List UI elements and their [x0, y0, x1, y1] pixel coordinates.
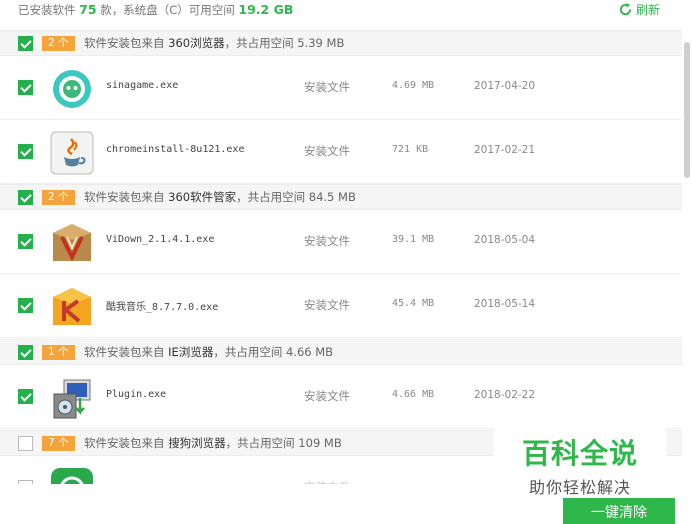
- group-count-badge: 2 个: [42, 190, 75, 205]
- file-size: 721 KB: [392, 144, 429, 155]
- refresh-label: 刷新: [636, 2, 661, 17]
- installed-prefix: 已安装软件: [18, 3, 76, 17]
- file-type: 安装文件: [304, 234, 350, 248]
- list-item: 酷我音乐_8.7.7.0.exe 安装文件 45.4 MB 2018-05-14: [0, 274, 682, 338]
- file-name: chromeinstall-8u121.exe: [106, 144, 245, 155]
- group-description: 软件安装包来自 360软件管家，共占用空间 84.5 MB: [84, 190, 356, 204]
- group-header-360-software-manager: 2 个 软件安装包来自 360软件管家，共占用空间 84.5 MB: [0, 184, 682, 210]
- green-app-icon: [51, 468, 93, 484]
- list-item: sinagame.exe 安装文件 4.69 MB 2017-04-20: [0, 56, 682, 120]
- disk-summary: 已安装软件 75 款，系统盘（C）可用空间 19.2 GB: [18, 2, 293, 18]
- watermark-title: 百科全说: [521, 437, 638, 470]
- top-summary-bar: 已安装软件 75 款，系统盘（C）可用空间 19.2 GB 刷新: [0, 0, 692, 22]
- file-name: sinagame.exe: [106, 80, 179, 91]
- item-checkbox[interactable]: [18, 234, 33, 249]
- list-item: chromeinstall-8u121.exe 安装文件 721 KB 2017…: [0, 120, 682, 184]
- group-description: 软件安装包来自 搜狗浏览器，共占用空间 109 MB: [84, 436, 342, 450]
- file-size: 39.1 MB: [392, 234, 435, 245]
- kuwo-music-icon: [53, 288, 91, 325]
- one-click-clean-button[interactable]: 一键清除: [563, 498, 675, 524]
- group-checkbox[interactable]: [18, 190, 33, 205]
- group-description: 软件安装包来自 IE浏览器，共占用空间 4.66 MB: [84, 345, 334, 359]
- file-type: 安装文件: [304, 298, 350, 312]
- file-size: 45.4 MB: [392, 298, 435, 309]
- file-type: 安装文件: [304, 144, 350, 158]
- installed-count: 75: [79, 2, 97, 17]
- group-count-badge: 1 个: [42, 345, 75, 360]
- free-space: 19.2 GB: [238, 2, 294, 17]
- file-size: 4.69 MB: [392, 80, 435, 91]
- file-date: 2018-05-14: [474, 298, 536, 310]
- sinagame-icon: [53, 70, 91, 108]
- group-checkbox[interactable]: [18, 345, 33, 360]
- list-item: ViDown_2.1.4.1.exe 安装文件 39.1 MB 2018-05-…: [0, 210, 682, 274]
- group-header-ie-browser: 1 个 软件安装包来自 IE浏览器，共占用空间 4.66 MB: [0, 339, 682, 365]
- file-type: 安装文件: [304, 80, 350, 94]
- list-item: Plugin.exe 安装文件 4.66 MB 2018-02-22: [0, 365, 682, 429]
- installed-suffix: 款，系统盘（C）可用空间: [100, 3, 235, 17]
- file-type: 安装文件: [304, 479, 350, 484]
- group-description: 软件安装包来自 360浏览器，共占用空间 5.39 MB: [84, 36, 345, 50]
- plugin-installer-icon: [53, 379, 91, 419]
- file-name: Plugin.exe: [106, 389, 167, 400]
- installer-list: 2 个 软件安装包来自 360浏览器，共占用空间 5.39 MB sinagam…: [0, 22, 682, 484]
- file-date: 2017-04-20: [474, 80, 536, 92]
- file-date: 2017-02-21: [474, 144, 536, 156]
- refresh-button[interactable]: 刷新: [618, 0, 660, 18]
- vertical-scrollbar[interactable]: [682, 22, 692, 484]
- file-name: ViDown_2.1.4.1.exe: [106, 234, 215, 245]
- watermark-logo: 百科全说 助你轻松解决: [494, 428, 666, 498]
- item-checkbox[interactable]: [18, 144, 33, 159]
- item-checkbox[interactable]: [18, 298, 33, 313]
- group-checkbox[interactable]: [18, 36, 33, 51]
- group-count-badge: 2 个: [42, 36, 75, 51]
- watermark-subtitle: 助你轻松解决: [528, 478, 631, 497]
- java-icon: [50, 131, 94, 175]
- item-checkbox[interactable]: [18, 80, 33, 95]
- file-date: 2018-05-04: [474, 234, 536, 246]
- vidown-icon: [53, 224, 91, 262]
- scrollbar-thumb[interactable]: [684, 42, 690, 178]
- group-header-360-browser: 2 个 软件安装包来自 360浏览器，共占用空间 5.39 MB: [0, 30, 682, 56]
- refresh-icon: [619, 2, 632, 15]
- group-count-badge: 7 个: [42, 436, 75, 451]
- file-type: 安装文件: [304, 389, 350, 403]
- file-name: 酷我音乐_8.7.7.0.exe: [106, 302, 219, 313]
- file-date: 2018-02-22: [474, 389, 536, 401]
- group-checkbox[interactable]: [18, 436, 33, 451]
- item-checkbox[interactable]: [18, 389, 33, 404]
- file-size: 4.66 MB: [392, 389, 435, 400]
- item-checkbox[interactable]: [18, 480, 33, 484]
